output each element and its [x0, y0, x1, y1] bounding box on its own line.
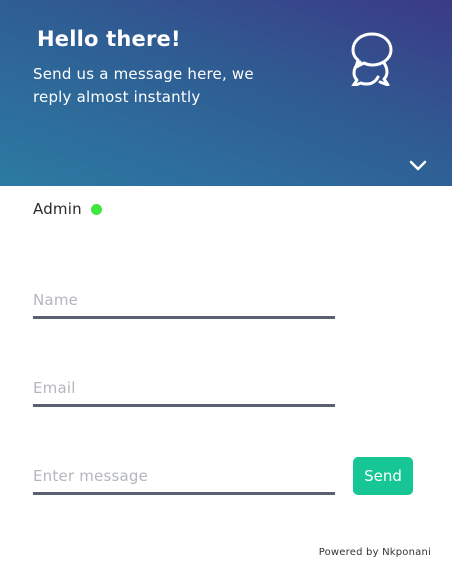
chat-bubbles-icon [351, 32, 393, 86]
email-field[interactable] [33, 372, 335, 407]
agent-status: Admin [33, 199, 102, 219]
agent-name: Admin [33, 200, 82, 218]
chevron-down-icon[interactable] [406, 154, 430, 176]
chat-header: Hello there! Send us a message here, we … [0, 0, 452, 186]
online-status-icon [90, 203, 102, 215]
message-field[interactable] [33, 460, 335, 495]
name-field[interactable] [33, 284, 335, 319]
header-subtitle: Send us a message here, we reply almost … [33, 65, 254, 106]
powered-by-label: Powered by Nkponani [318, 547, 431, 558]
send-button[interactable]: Send [353, 457, 413, 495]
header-title: Hello there! [37, 27, 181, 51]
